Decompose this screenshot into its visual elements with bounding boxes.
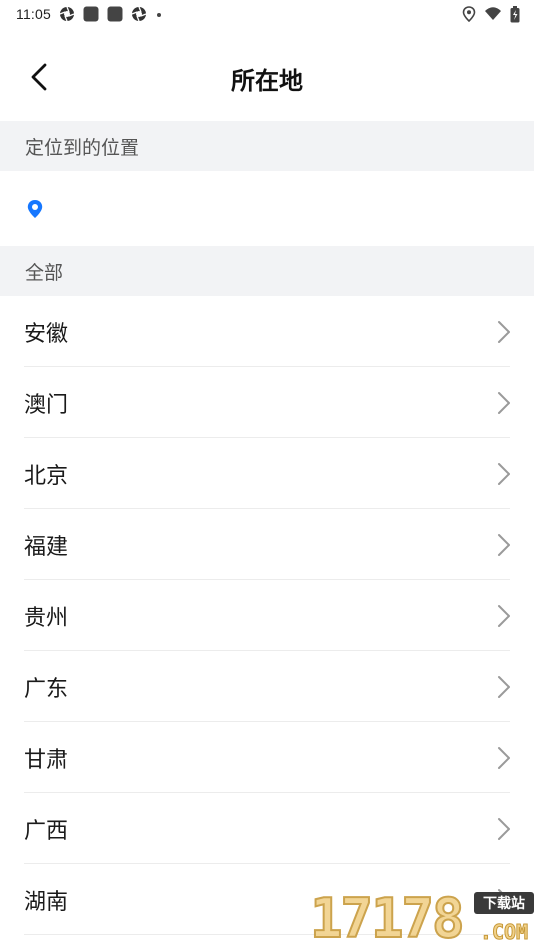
wifi-icon <box>485 7 501 20</box>
app-square-icon <box>83 6 99 22</box>
app-square-icon <box>107 6 123 22</box>
aperture-icon <box>131 6 147 22</box>
region-label: 湖南 <box>24 889 69 915</box>
status-bar-right <box>462 5 520 23</box>
status-bar-left: 11:05 <box>16 6 163 22</box>
chevron-right-icon <box>498 462 510 485</box>
region-label: 广东 <box>24 676 69 702</box>
status-bar: 11:05 <box>0 0 534 28</box>
list-item[interactable]: 广东 <box>0 651 534 722</box>
region-label: 广西 <box>24 818 69 844</box>
aperture-icon <box>59 6 75 22</box>
chevron-right-icon <box>498 888 510 911</box>
region-label: 澳门 <box>24 392 69 418</box>
status-time: 11:05 <box>16 6 51 22</box>
section-label-located: 定位到的位置 <box>25 136 140 159</box>
dot-icon <box>157 13 161 17</box>
region-label: 甘肃 <box>24 747 69 773</box>
chevron-right-icon <box>498 817 510 840</box>
list-item[interactable]: 贵州 <box>0 580 534 651</box>
region-label: 福建 <box>24 534 69 560</box>
list-item[interactable]: 广西 <box>0 793 534 864</box>
list-item[interactable]: 福建 <box>0 509 534 580</box>
chevron-right-icon <box>498 320 510 343</box>
region-list: 安徽 澳门 北京 福建 贵州 广东 甘肃 广西 湖南 <box>0 296 534 935</box>
page-title: 所在地 <box>231 67 303 95</box>
chevron-right-icon <box>498 746 510 769</box>
list-item[interactable]: 澳门 <box>0 367 534 438</box>
location-icon <box>462 6 476 22</box>
region-label: 贵州 <box>24 605 69 631</box>
located-location-row[interactable] <box>0 171 534 246</box>
list-item[interactable]: 湖南 <box>0 864 534 935</box>
chevron-right-icon <box>498 604 510 627</box>
section-header-located: 定位到的位置 <box>0 121 534 171</box>
chevron-right-icon <box>498 391 510 414</box>
region-label: 安徽 <box>24 321 69 347</box>
battery-icon <box>510 5 520 22</box>
section-header-all: 全部 <box>0 246 534 296</box>
chevron-right-icon <box>498 675 510 698</box>
region-label: 北京 <box>24 463 69 489</box>
section-label-all: 全部 <box>25 261 64 284</box>
list-item[interactable]: 北京 <box>0 438 534 509</box>
list-item[interactable]: 甘肃 <box>0 722 534 793</box>
list-item[interactable]: 安徽 <box>0 296 534 367</box>
location-pin-icon <box>27 199 43 218</box>
app-header: 所在地 <box>0 28 534 122</box>
chevron-right-icon <box>498 533 510 556</box>
